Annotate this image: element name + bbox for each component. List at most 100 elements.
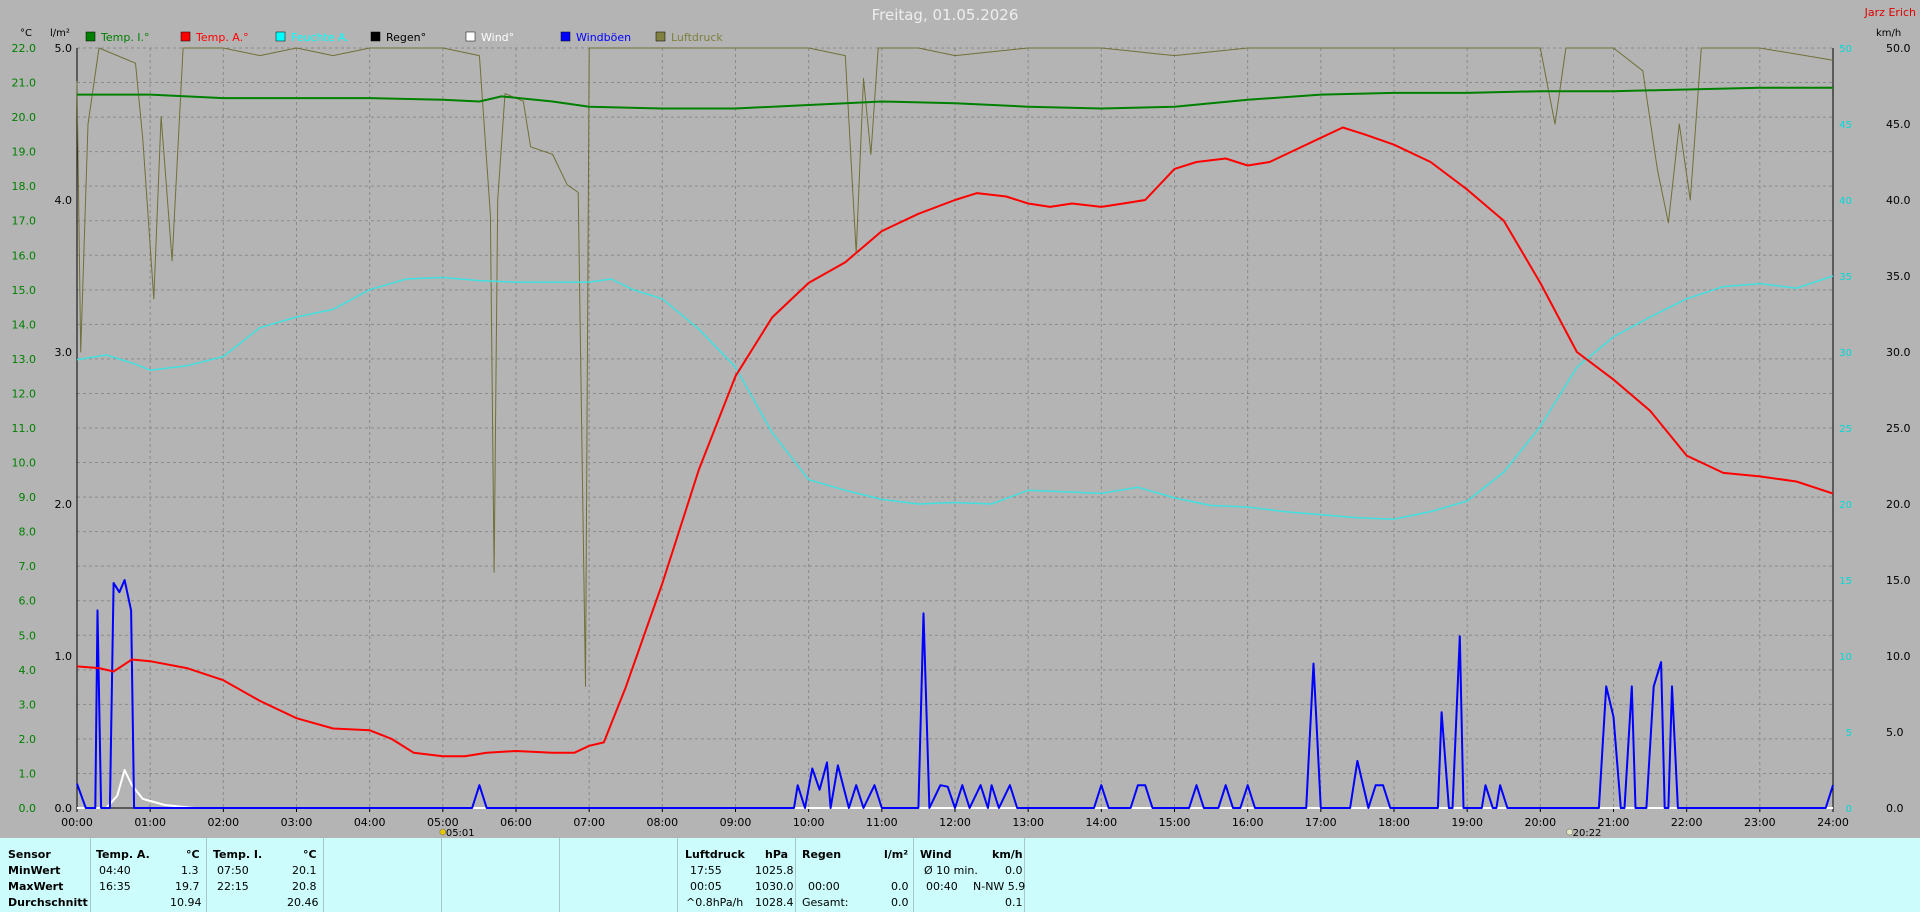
wind-max-time: 00:40	[926, 880, 958, 893]
tick-label-time: 10:00	[793, 816, 825, 829]
pressure-header: Luftdruck	[685, 848, 745, 861]
sun-marker-label: 20:22	[1573, 828, 1602, 838]
tick-label-time: 16:00	[1232, 816, 1264, 829]
rain-total-label: Gesamt:	[802, 896, 849, 909]
tick-label-time: 03:00	[281, 816, 313, 829]
tick-label-temp: 3.0	[19, 698, 37, 711]
tick-label-wind: 5.0	[1886, 726, 1904, 739]
pressure-min-time: 17:55	[690, 864, 722, 877]
tick-label-humidity: 40	[1839, 196, 1852, 207]
legend-label: Wind°	[481, 31, 514, 44]
tick-label-wind: 40.0	[1886, 194, 1911, 207]
table-divider	[90, 838, 91, 912]
tick-label-time: 18:00	[1378, 816, 1410, 829]
tick-label-temp: 12.0	[12, 387, 37, 400]
tick-label-time: 22:00	[1671, 816, 1703, 829]
tick-label-humidity: 30	[1839, 348, 1852, 359]
temp-a-header: Temp. A.	[96, 848, 150, 861]
statistics-table: Sensor MinWert MaxWert Durchschnitt Temp…	[0, 838, 1920, 912]
tick-label-humidity: 5	[1846, 728, 1852, 739]
legend-label: Regen°	[386, 31, 426, 44]
temp-a-min-value: 1.3	[181, 864, 199, 877]
rain-total-value: 0.0	[891, 896, 909, 909]
tick-label-time: 14:00	[1085, 816, 1117, 829]
tick-label-time: 13:00	[1012, 816, 1044, 829]
tick-label-temp: 17.0	[12, 215, 37, 228]
wind-max-value: N-NW 5.9	[973, 880, 1026, 893]
tick-label-time: 21:00	[1598, 816, 1630, 829]
temp-i-average: 20.46	[287, 896, 319, 909]
pressure-average: 1028.4	[755, 896, 794, 909]
tick-label-humidity: 10	[1839, 652, 1852, 663]
legend-swatch	[370, 31, 381, 42]
rain-unit-label: l/m²	[50, 28, 70, 39]
tick-label-time: 17:00	[1305, 816, 1337, 829]
tick-label-rain: 3.0	[55, 346, 73, 359]
legend-label: Luftdruck	[671, 31, 723, 44]
temp-a-average: 10.94	[170, 896, 202, 909]
tick-label-time: 19:00	[1451, 816, 1483, 829]
tick-label-temp: 9.0	[19, 491, 37, 504]
temp-i-unit: °C	[303, 848, 317, 861]
table-divider	[441, 838, 442, 912]
credit-label: Jarz Erich	[1864, 6, 1916, 19]
row-label-avg: Durchschnitt	[8, 896, 88, 909]
wind-avg-label: Ø 10 min.	[924, 864, 978, 877]
table-divider	[913, 838, 914, 912]
tick-label-time: 07:00	[573, 816, 605, 829]
tick-label-time: 24:00	[1817, 816, 1849, 829]
tick-label-temp: 4.0	[19, 664, 37, 677]
tick-label-time: 12:00	[939, 816, 971, 829]
temp-a-unit: °C	[186, 848, 200, 861]
tick-label-rain: 2.0	[55, 498, 73, 511]
tick-label-wind: 0.0	[1886, 802, 1904, 815]
tick-label-temp: 18.0	[12, 180, 37, 193]
tick-label-temp: 7.0	[19, 560, 37, 573]
tick-label-wind: 35.0	[1886, 270, 1911, 283]
table-divider	[677, 838, 678, 912]
tick-label-temp: 11.0	[12, 422, 37, 435]
tick-label-humidity: 35	[1839, 272, 1852, 283]
pressure-max-value: 1030.0	[755, 880, 794, 893]
wind-mean-value: 0.1	[1005, 896, 1023, 909]
tick-label-time: 08:00	[646, 816, 678, 829]
tick-label-temp: 0.0	[19, 802, 37, 815]
tick-label-temp: 1.0	[19, 767, 37, 780]
tick-label-rain: 0.0	[55, 802, 73, 815]
row-label-sensor: Sensor	[8, 848, 51, 861]
tick-label-temp: 13.0	[12, 353, 37, 366]
wind-unit: km/h	[992, 848, 1023, 861]
legend-swatch	[275, 31, 286, 42]
tick-label-temp: 20.0	[12, 111, 37, 124]
tick-label-time: 06:00	[500, 816, 532, 829]
tick-label-temp: 6.0	[19, 595, 37, 608]
temp-a-max-value: 19.7	[175, 880, 200, 893]
tick-label-time: 04:00	[354, 816, 386, 829]
legend-swatch	[465, 31, 476, 42]
temp-a-max-time: 16:35	[99, 880, 131, 893]
temp-unit-label: °C	[20, 28, 32, 39]
tick-label-time: 00:00	[61, 816, 93, 829]
tick-label-temp: 2.0	[19, 733, 37, 746]
row-label-min: MinWert	[8, 864, 61, 877]
tick-label-temp: 14.0	[12, 318, 37, 331]
tick-label-rain: 5.0	[55, 42, 73, 55]
temp-i-max-value: 20.8	[292, 880, 317, 893]
tick-label-wind: 10.0	[1886, 650, 1911, 663]
tick-label-temp: 16.0	[12, 249, 37, 262]
tick-label-time: 11:00	[866, 816, 898, 829]
pressure-min-value: 1025.8	[755, 864, 794, 877]
tick-label-humidity: 15	[1839, 576, 1852, 587]
tick-label-rain: 4.0	[55, 194, 73, 207]
legend-label: Windböen	[576, 31, 631, 44]
legend-swatch	[85, 31, 96, 42]
tick-label-humidity: 50	[1839, 44, 1852, 55]
table-divider	[795, 838, 796, 912]
tick-label-humidity: 25	[1839, 424, 1852, 435]
table-divider	[323, 838, 324, 912]
tick-label-wind: 15.0	[1886, 574, 1911, 587]
wind-header: Wind	[920, 848, 952, 861]
chart-title: Freitag, 01.05.2026	[872, 6, 1019, 24]
temp-i-min-time: 07:50	[217, 864, 249, 877]
table-divider	[1024, 838, 1025, 912]
